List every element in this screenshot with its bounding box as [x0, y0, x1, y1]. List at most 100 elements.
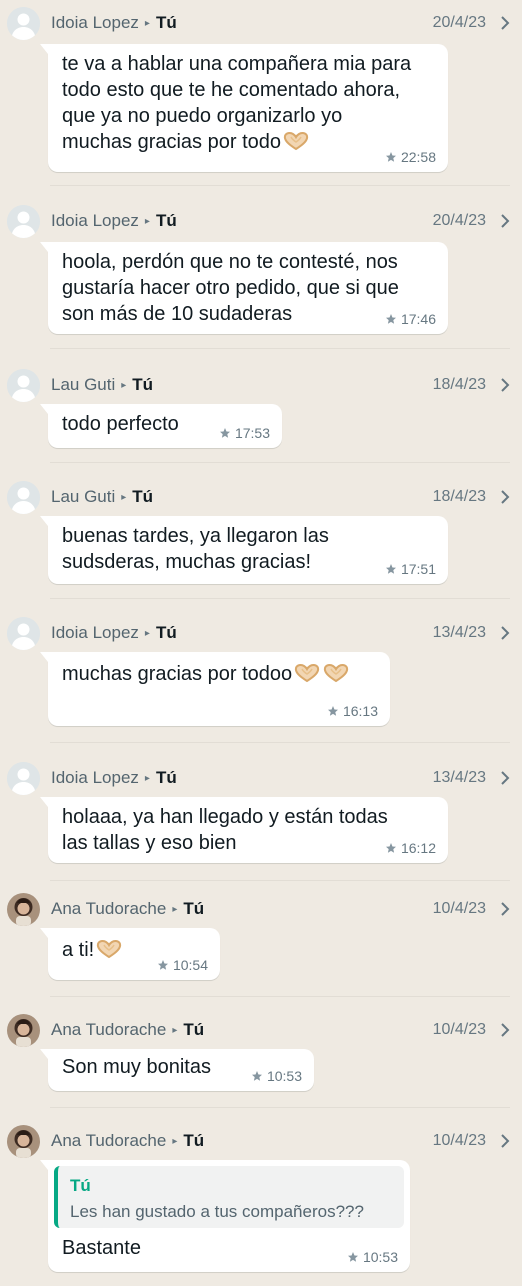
- contact-photo-avatar[interactable]: [7, 893, 40, 926]
- message-bubble[interactable]: todo perfecto 17:53: [40, 404, 282, 448]
- starred-message-item[interactable]: Idoia Lopez ▸ Tú 20/4/23 hoola, perdón que n…: [0, 198, 522, 342]
- chevron-right-icon[interactable]: [496, 1130, 514, 1152]
- message-time: 10:53: [362, 1249, 398, 1265]
- message-date: 18/4/23: [432, 488, 486, 505]
- message-text-line: buenas tardes, ya llegaron las: [62, 524, 329, 549]
- starred-message-item[interactable]: Lau Guti ▸ Tú 18/4/23 buenas tardes, ya lleg…: [0, 474, 522, 592]
- divider: [50, 598, 510, 599]
- starred-message-item[interactable]: Ana Tudorache ▸ Tú 10/4/23 Son muy bonitas 10…: [0, 1007, 522, 1099]
- chevron-right-icon[interactable]: [496, 210, 514, 232]
- divider: [50, 462, 510, 463]
- starred-message-item[interactable]: Ana Tudorache ▸ Tú 10/4/23 a ti! 10:54: [0, 886, 522, 988]
- starred-message-item[interactable]: Ana Tudorache ▸ Tú 10/4/23 Tú Les han gustado…: [0, 1118, 522, 1280]
- message-text: que ya no puedo organizarlo yo: [62, 105, 343, 127]
- message-date: 10/4/23: [432, 900, 486, 917]
- message-time: 17:46: [400, 311, 436, 327]
- starred-message-item[interactable]: Idoia Lopez ▸ Tú 20/4/23 te va a hablar una …: [0, 0, 522, 180]
- message-text: muchas gracias por todoo: [62, 663, 293, 685]
- sender-name: Idoia Lopez: [51, 13, 139, 32]
- heart-hands-emoji-icon: [282, 131, 310, 151]
- default-avatar-icon[interactable]: [7, 481, 40, 514]
- message-text: gustaría hacer otro pedido, que si que: [62, 277, 399, 299]
- star-icon: [327, 703, 343, 719]
- arrow-right-icon: ▸: [144, 18, 150, 29]
- chevron-right-icon[interactable]: [496, 374, 514, 396]
- arrow-right-icon: ▸: [172, 904, 178, 915]
- default-avatar-icon[interactable]: [7, 617, 40, 650]
- recipient-name: Tú: [183, 899, 205, 918]
- message-time: 16:13: [342, 703, 378, 719]
- starred-messages-list: Idoia Lopez ▸ Tú 20/4/23 te va a hablar una …: [0, 0, 522, 1286]
- chevron-right-icon[interactable]: [496, 1019, 514, 1041]
- starred-message-item[interactable]: Lau Guti ▸ Tú 18/4/23 todo perfecto 17:53: [0, 362, 522, 456]
- message-time: 17:51: [400, 561, 436, 577]
- star-icon: [347, 1249, 363, 1265]
- message-text-line: a ti!: [62, 938, 123, 963]
- recipient-name: Tú: [155, 211, 177, 230]
- default-avatar-icon[interactable]: [7, 205, 40, 238]
- arrow-right-icon: ▸: [121, 492, 127, 503]
- message-bubble[interactable]: Tú Les han gustado a tus compañeros??? Bas…: [40, 1160, 410, 1272]
- message-bubble[interactable]: muchas gracias por todoo 16:13: [40, 652, 390, 726]
- quoted-author: Tú: [70, 1176, 91, 1195]
- message-text-line: holaaa, ya han llegado y están todas: [62, 805, 388, 830]
- chevron-right-icon[interactable]: [496, 486, 514, 508]
- message-text-line: muchas gracias por todo: [62, 130, 310, 155]
- default-avatar-icon[interactable]: [7, 762, 40, 795]
- message-text-line: son más de 10 sudaderas: [62, 302, 292, 327]
- message-text: son más de 10 sudaderas: [62, 303, 293, 325]
- divider: [50, 1107, 510, 1108]
- starred-message-item[interactable]: Idoia Lopez ▸ Tú 13/4/23 holaaa, ya han lleg…: [0, 755, 522, 871]
- message-text: holaaa, ya han llegado y están todas: [62, 806, 388, 828]
- message-header: Lau Guti ▸ Tú 18/4/23: [51, 374, 514, 396]
- message-time: 10:54: [172, 957, 208, 973]
- message-text: te va a hablar una compañera mia para: [62, 53, 412, 75]
- contact-photo-avatar[interactable]: [7, 1125, 40, 1158]
- message-bubble[interactable]: a ti! 10:54: [40, 928, 220, 980]
- starred-message-item[interactable]: Idoia Lopez ▸ Tú 13/4/23 muchas gracias por …: [0, 610, 522, 734]
- arrow-right-icon: ▸: [144, 773, 150, 784]
- message-meta: 10:53: [251, 1068, 302, 1084]
- message-meta: 17:53: [219, 425, 270, 441]
- contact-photo-avatar[interactable]: [7, 1014, 40, 1047]
- default-avatar-icon[interactable]: [7, 369, 40, 402]
- message-text: todo esto que te he comentado ahora,: [62, 79, 401, 101]
- message-header: Idoia Lopez ▸ Tú 20/4/23: [51, 210, 514, 232]
- sender-name: Ana Tudorache: [51, 1131, 167, 1150]
- message-time: 10:53: [266, 1068, 302, 1084]
- sender-name: Ana Tudorache: [51, 899, 167, 918]
- chevron-right-icon[interactable]: [496, 12, 514, 34]
- message-text-line: hoola, perdón que no te contesté, nos: [62, 250, 398, 275]
- arrow-right-icon: ▸: [121, 380, 127, 391]
- chevron-right-icon[interactable]: [496, 622, 514, 644]
- default-avatar-icon[interactable]: [7, 7, 40, 40]
- message-bubble[interactable]: holaaa, ya han llegado y están todas las …: [40, 797, 448, 863]
- message-bubble[interactable]: buenas tardes, ya llegaron las sudsderas,…: [40, 516, 448, 584]
- chevron-right-icon[interactable]: [496, 767, 514, 789]
- recipient-name: Tú: [183, 1020, 205, 1039]
- message-text: sudsderas, muchas gracias!: [62, 551, 312, 573]
- message-meta: 10:53: [347, 1249, 398, 1265]
- message-text-line: muchas gracias por todoo: [62, 662, 350, 687]
- message-date: 13/4/23: [432, 624, 486, 641]
- message-date: 20/4/23: [432, 212, 486, 229]
- message-text-line: todo perfecto: [62, 412, 179, 437]
- star-icon: [219, 425, 235, 441]
- message-time: 22:58: [400, 149, 436, 165]
- divider: [50, 880, 510, 881]
- message-bubble[interactable]: Son muy bonitas 10:53: [40, 1049, 314, 1091]
- chevron-right-icon[interactable]: [496, 898, 514, 920]
- message-bubble[interactable]: hoola, perdón que no te contesté, nos gus…: [40, 242, 448, 334]
- message-time: 17:53: [234, 425, 270, 441]
- arrow-right-icon: ▸: [172, 1025, 178, 1036]
- quoted-message[interactable]: Tú Les han gustado a tus compañeros???: [54, 1166, 404, 1228]
- arrow-right-icon: ▸: [172, 1136, 178, 1147]
- sender-name: Lau Guti: [51, 375, 116, 394]
- message-header: Ana Tudorache ▸ Tú 10/4/23: [51, 1130, 514, 1152]
- message-text-line: Son muy bonitas: [62, 1055, 211, 1080]
- divider: [50, 348, 510, 349]
- message-bubble[interactable]: te va a hablar una compañera mia para tod…: [40, 44, 448, 172]
- message-text: todo perfecto: [62, 413, 179, 435]
- heart-hands-emoji-icon: [293, 663, 321, 683]
- recipient-name: Tú: [155, 13, 177, 32]
